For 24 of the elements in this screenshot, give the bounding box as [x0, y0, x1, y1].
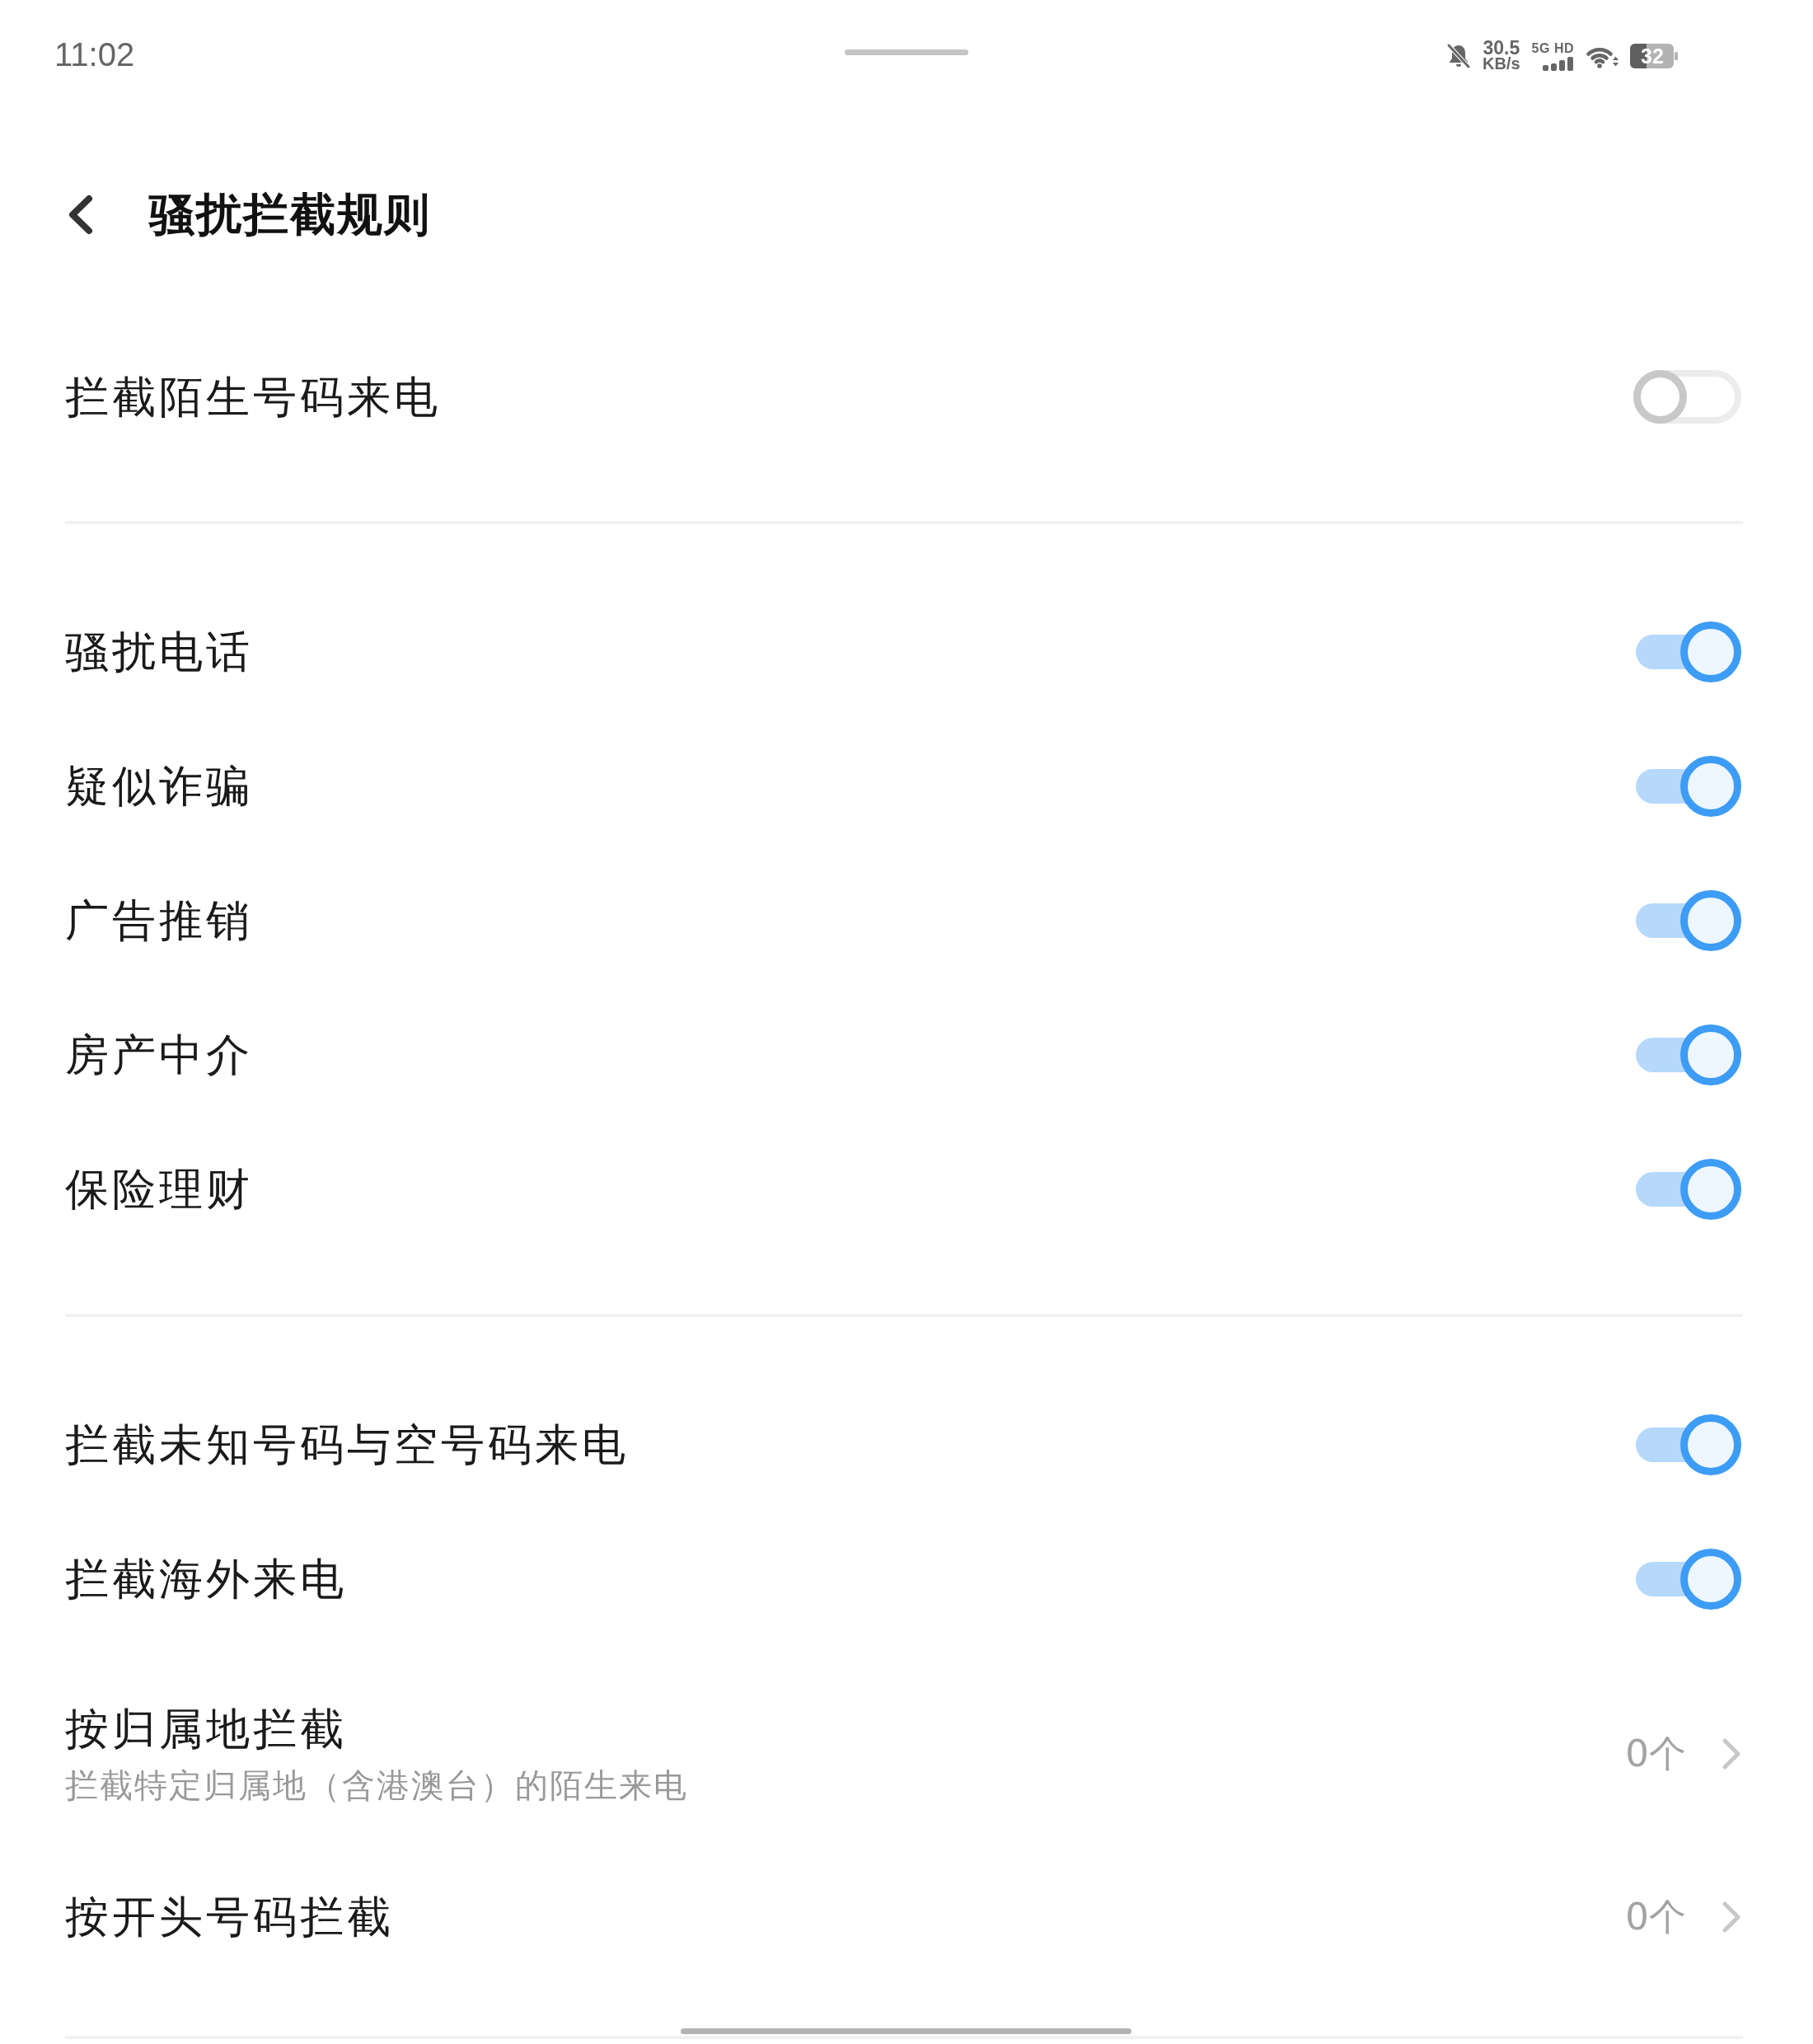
chevron-right-icon[interactable] [1722, 1901, 1741, 1934]
count-value: 0个 [1625, 1895, 1686, 1939]
network-type-label: 5G HD [1531, 41, 1574, 54]
signal-bars-icon [1543, 56, 1574, 71]
setting-label: 拦截未知号码与空号码来电 [65, 1418, 629, 1471]
count-value: 0个 [1625, 1731, 1686, 1776]
setting-label: 拦截海外来电 [65, 1552, 347, 1606]
setting-label: 保险理财 [65, 1163, 253, 1216]
setting-label: 房产中介 [65, 1029, 253, 1081]
setting-label: 骚扰电话 [65, 626, 253, 678]
setting-label: 按归属地拦截 [65, 1703, 347, 1756]
network-speed-value: 30.5 [1483, 40, 1520, 56]
setting-label: 按开头号码拦截 [65, 1891, 394, 1943]
page-title: 骚扰拦截规则 [149, 187, 431, 241]
setting-label: 疑似诈骗 [65, 760, 253, 813]
clock-time: 11:02 [54, 38, 135, 71]
setting-description: 拦截特定归属地（含港澳台）的陌生来电 [65, 1765, 688, 1806]
back-icon[interactable] [68, 194, 93, 235]
chevron-right-icon[interactable] [1722, 1737, 1741, 1770]
bell-muted-icon [1446, 43, 1471, 69]
drag-handle[interactable] [845, 49, 968, 55]
network-speed-unit: KB/s [1483, 56, 1520, 72]
setting-label: 拦截陌生号码来电 [65, 370, 441, 424]
setting-label: 广告推销 [65, 894, 253, 947]
